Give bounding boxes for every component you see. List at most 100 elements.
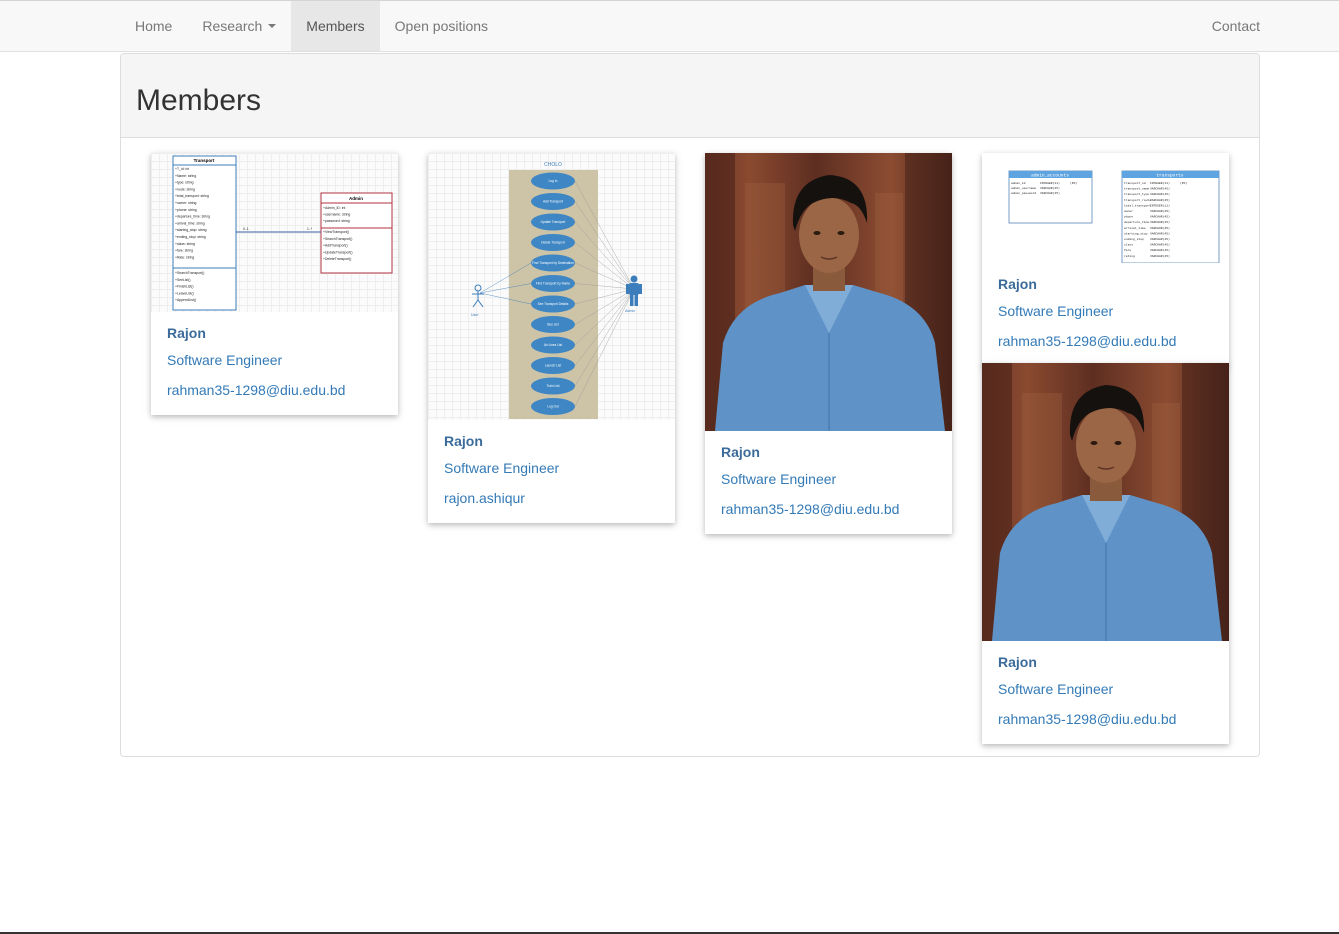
erd-column-name: total_transport	[1124, 203, 1151, 207]
use-case-label: Bus List	[547, 323, 558, 327]
class-attr: +Name: string	[175, 174, 196, 178]
member-name[interactable]: Rajon	[167, 324, 382, 342]
nav-contact[interactable]: Contact	[1197, 1, 1275, 51]
class-method: +AppendList()	[175, 298, 196, 302]
class-right-title: Admin	[349, 196, 363, 201]
erd-column-type: VARCHAR(45)	[1150, 187, 1170, 191]
erd-column-name: transport_id	[1124, 181, 1146, 185]
member-image-erd: admin_accounts admin_id INTEGER(11) (PK) ad…	[982, 153, 1229, 263]
actor-user-label: User	[471, 313, 479, 317]
erd-column-type: VARCHAR(45)	[1150, 192, 1170, 196]
member-email[interactable]: rahman35-1298@diu.edu.bd	[167, 381, 382, 399]
class-attr: +route: string	[175, 187, 195, 191]
erd-column-name: owner	[1124, 210, 1133, 213]
card-body: Rajon Software Engineer rahman35-1298@di…	[982, 641, 1229, 744]
member-role[interactable]: Software Engineer	[998, 680, 1213, 698]
class-attr: +Admin_ID: int	[323, 206, 345, 210]
member-email[interactable]: rajon.ashiqur	[444, 489, 659, 507]
use-case-label: Air Lines List	[544, 343, 562, 347]
erd-column-key: (PK)	[1070, 181, 1077, 185]
member-card: admin_accounts admin_id INTEGER(11) (PK) ad…	[982, 153, 1229, 366]
member-role[interactable]: Software Engineer	[721, 470, 936, 488]
use-case-label: Delete Transport	[541, 241, 565, 245]
class-attr: +starting_stop: string	[175, 228, 207, 232]
portrait-image	[705, 153, 952, 431]
erd-column-type: VARCHAR(45)	[1150, 209, 1170, 213]
erd-column-name: admin_password	[1011, 191, 1036, 195]
class-attr: +type: string	[175, 181, 194, 185]
member-role[interactable]: Software Engineer	[998, 302, 1213, 320]
caret-down-icon	[268, 24, 277, 28]
use-case-label: Update Transport	[541, 220, 566, 224]
erd-column-type: INTEGER(11)	[1150, 181, 1170, 185]
erd-column-name: admin_username	[1011, 186, 1036, 190]
class-method: +SeeList()	[175, 278, 191, 282]
erd-column-type: VARCHAR(45)	[1150, 226, 1170, 230]
use-case-label: Add Transport	[543, 200, 563, 204]
erd-column-type: VARCHAR(45)	[1150, 198, 1170, 202]
erd-column-name: arrival_time	[1124, 226, 1146, 230]
class-attr: +username: string	[323, 212, 350, 216]
member-email[interactable]: rahman35-1298@diu.edu.bd	[721, 500, 936, 518]
member-email[interactable]: rahman35-1298@diu.edu.bd	[998, 332, 1213, 350]
use-case-label: See Transport Details	[538, 302, 569, 306]
class-attr: +total_transport: string	[175, 194, 209, 198]
class-attr: +arrival_time: string	[175, 221, 205, 225]
erd-left-table-title: admin_accounts	[1031, 173, 1069, 179]
card-body: Rajon Software Engineer rajon.ashiqur	[428, 420, 675, 523]
member-name[interactable]: Rajon	[444, 432, 659, 450]
class-attr: +Rate: string	[175, 255, 194, 259]
erd-column-type: VARCHAR(45)	[1150, 243, 1170, 247]
erd-column-name: fare	[1124, 248, 1131, 252]
member-card: Transport +T_id: int +Name: string +type: …	[151, 153, 398, 415]
erd-column-name: rating	[1124, 254, 1135, 258]
erd-column-name: departure_time	[1124, 220, 1149, 224]
class-attr: +ending_stop: string	[175, 235, 206, 239]
class-method: +ViewTransport()	[323, 230, 349, 234]
erd-column-type: VARCHAR(45)	[1150, 248, 1170, 252]
nav-research-label: Research	[202, 18, 263, 34]
member-name[interactable]: Rajon	[721, 443, 936, 461]
erd-column-type: VARCHAR(45)	[1150, 231, 1170, 235]
nav-open-positions-label: Open positions	[394, 18, 489, 34]
erd-column-name: phone	[1124, 215, 1133, 219]
erd-column-name: admin_id	[1011, 181, 1026, 185]
member-card: Rajon Software Engineer rahman35-1298@di…	[705, 153, 952, 534]
class-attr: +departure_time: string	[175, 215, 210, 219]
member-role[interactable]: Software Engineer	[444, 459, 659, 477]
member-email[interactable]: rahman35-1298@diu.edu.bd	[998, 710, 1213, 728]
page-title: Members	[136, 84, 262, 117]
nav-research-dropdown[interactable]: Research	[187, 1, 291, 51]
erd-column-name: starting_stop	[1124, 231, 1148, 235]
actor-admin-label: Admin	[625, 309, 635, 313]
member-role[interactable]: Software Engineer	[167, 351, 382, 369]
class-attr: +phone: string	[175, 208, 197, 212]
class-method: +SearchTransport()	[323, 237, 352, 241]
member-name[interactable]: Rajon	[998, 653, 1213, 671]
erd-column-type: VARCHAR(45)	[1150, 220, 1170, 224]
member-image-use-case: CHOLO Log In Add Transport Update Transpor…	[428, 153, 675, 420]
erd-column-key: (PK)	[1180, 181, 1187, 185]
member-photo	[705, 153, 952, 431]
erd-column-type: VARCHAR(45)	[1040, 186, 1060, 190]
use-case-label: Find Transport by Name	[536, 282, 570, 286]
card-body: Rajon Software Engineer rahman35-1298@di…	[705, 431, 952, 534]
nav-home[interactable]: Home	[120, 1, 187, 51]
member-name[interactable]: Rajon	[998, 275, 1213, 293]
erd-column-type: INTEGER(11)	[1150, 203, 1170, 207]
nav-right: Contact	[1197, 1, 1275, 51]
class-method: +LeaveList()	[175, 291, 194, 295]
use-case-label: Log In	[549, 179, 558, 183]
panel-heading: Members	[121, 54, 1259, 138]
nav-members[interactable]: Members	[291, 1, 380, 51]
nav-open-positions[interactable]: Open positions	[380, 1, 503, 51]
use-case-label: Train List	[547, 384, 560, 388]
class-method: +AddTransport()	[323, 244, 348, 248]
member-image-class-diagram: Transport +T_id: int +Name: string +type: …	[151, 153, 398, 312]
class-method: +SearchTransport()	[175, 271, 204, 275]
nav-home-label: Home	[135, 18, 173, 34]
erd-column-type: INTEGER(11)	[1040, 181, 1060, 185]
erd-column-type: VARCHAR(45)	[1150, 237, 1170, 241]
class-mult-left: 0..1	[243, 227, 249, 231]
navbar: Home Research Members Open positions Con…	[0, 1, 1339, 52]
